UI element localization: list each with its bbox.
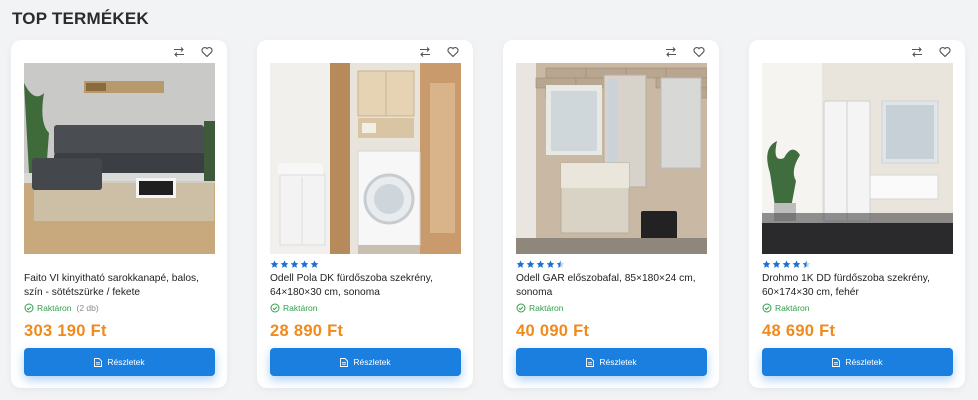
heart-icon[interactable] (691, 44, 707, 60)
star-icon (802, 260, 811, 268)
product-title[interactable]: Odell Pola DK fürdőszoba szekrény, 64×18… (270, 272, 465, 300)
heart-icon[interactable] (199, 44, 215, 60)
star-icon (300, 260, 309, 268)
details-button-label: Részletek (599, 357, 637, 367)
product-price: 40 090 Ft (516, 322, 590, 340)
heart-icon[interactable] (445, 44, 461, 60)
card-actions (171, 44, 215, 60)
check-circle-icon (762, 303, 772, 313)
document-icon (94, 357, 103, 367)
document-icon (340, 357, 349, 367)
stock-status: Raktáron (516, 303, 569, 313)
product-card[interactable]: Faito VI kinyitható sarokkanapé, balos, … (11, 40, 227, 388)
card-actions (417, 44, 461, 60)
details-button[interactable]: Részletek (270, 348, 461, 376)
check-circle-icon (24, 303, 34, 313)
details-button-label: Részletek (845, 357, 883, 367)
star-icon (526, 260, 535, 268)
star-icon (556, 260, 565, 268)
rating-stars (762, 260, 811, 270)
star-icon (772, 260, 781, 268)
product-price: 28 890 Ft (270, 322, 344, 340)
compare-icon[interactable] (417, 44, 433, 60)
product-image-white-bathroom[interactable] (762, 63, 953, 254)
product-price: 48 690 Ft (762, 322, 836, 340)
product-price: 303 190 Ft (24, 322, 107, 340)
product-title[interactable]: Drohmo 1K DD fürdőszoba szekrény, 60×174… (762, 272, 957, 300)
document-icon (586, 357, 595, 367)
stock-label: Raktáron (775, 303, 810, 313)
star-icon (536, 260, 545, 268)
star-icon (290, 260, 299, 268)
document-icon (832, 357, 841, 367)
stock-label: Raktáron (37, 303, 72, 313)
product-card[interactable]: Odell GAR előszobafal, 85×180×24 cm, son… (503, 40, 719, 388)
card-actions (663, 44, 707, 60)
star-icon (782, 260, 791, 268)
compare-icon[interactable] (663, 44, 679, 60)
stock-status: Raktáron (2 db) (24, 303, 99, 313)
check-circle-icon (516, 303, 526, 313)
product-image-hallway[interactable] (516, 63, 707, 254)
card-actions (909, 44, 953, 60)
product-title[interactable]: Faito VI kinyitható sarokkanapé, balos, … (24, 272, 219, 300)
compare-icon[interactable] (909, 44, 925, 60)
star-icon (516, 260, 525, 268)
star-icon (280, 260, 289, 268)
star-icon (310, 260, 319, 268)
stock-status: Raktáron (270, 303, 323, 313)
stock-label: Raktáron (283, 303, 318, 313)
star-icon (792, 260, 801, 268)
stock-status: Raktáron (762, 303, 815, 313)
star-icon (762, 260, 771, 268)
star-icon (546, 260, 555, 268)
stock-label: Raktáron (529, 303, 564, 313)
rating-stars (270, 260, 319, 270)
compare-icon[interactable] (171, 44, 187, 60)
details-button[interactable]: Részletek (24, 348, 215, 376)
section-title: TOP TERMÉKEK (12, 9, 149, 28)
details-button[interactable]: Részletek (516, 348, 707, 376)
product-image-sofa[interactable] (24, 63, 215, 254)
heart-icon[interactable] (937, 44, 953, 60)
product-card[interactable]: Odell Pola DK fürdőszoba szekrény, 64×18… (257, 40, 473, 388)
stock-quantity: (2 db) (76, 303, 99, 313)
product-image-bathroom-cabinet[interactable] (270, 63, 461, 254)
details-button[interactable]: Részletek (762, 348, 953, 376)
details-button-label: Részletek (353, 357, 391, 367)
product-card[interactable]: Drohmo 1K DD fürdőszoba szekrény, 60×174… (749, 40, 965, 388)
star-icon (270, 260, 279, 268)
rating-stars (516, 260, 565, 270)
product-title[interactable]: Odell GAR előszobafal, 85×180×24 cm, son… (516, 272, 711, 300)
product-grid: Faito VI kinyitható sarokkanapé, balos, … (11, 40, 965, 388)
check-circle-icon (270, 303, 280, 313)
details-button-label: Részletek (107, 357, 145, 367)
